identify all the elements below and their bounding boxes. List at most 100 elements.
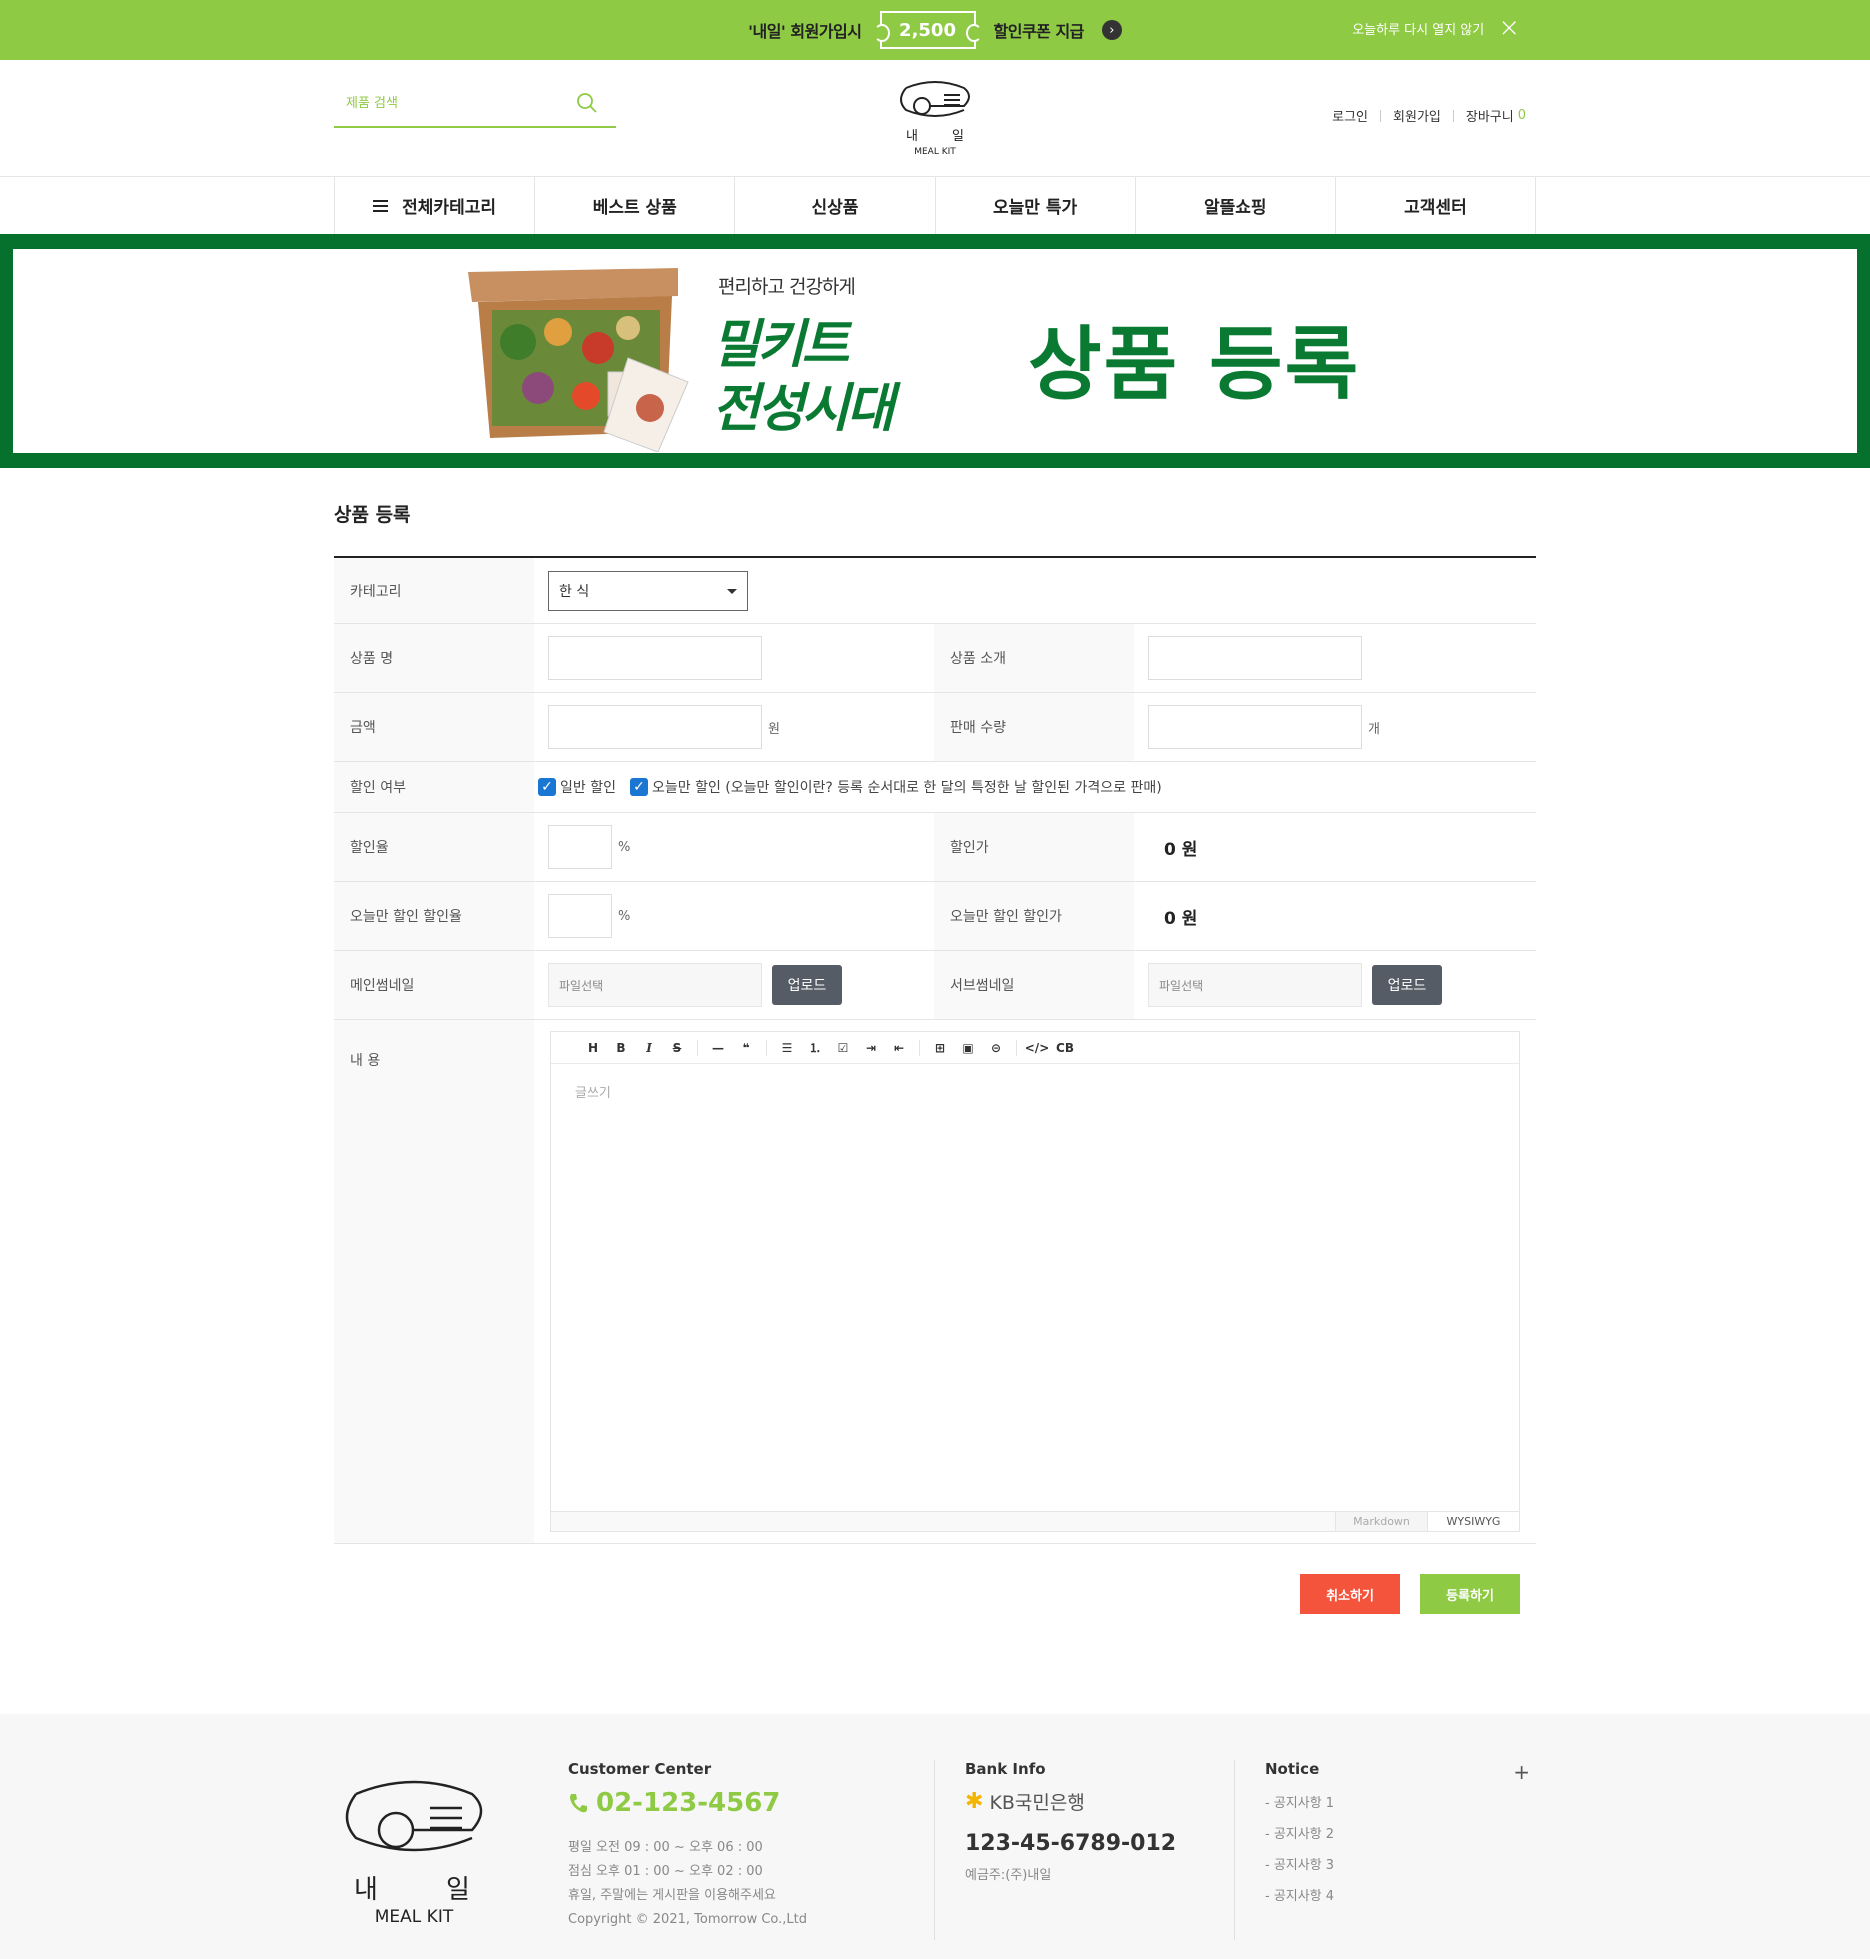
chevron-down-icon <box>727 588 737 594</box>
today-rate-input[interactable] <box>548 894 612 938</box>
notice-item[interactable]: - 공지사항 1 <box>1265 1788 1530 1819</box>
indent-icon[interactable]: ⇥ <box>857 1041 885 1055</box>
copyright: Copyright © 2021, Tomorrow Co.,Ltd <box>568 1912 807 1927</box>
wysiwyg-tab[interactable]: WYSIWYG <box>1427 1511 1519 1531</box>
link-icon[interactable]: ⊝ <box>982 1041 1010 1055</box>
markdown-tab[interactable]: Markdown <box>1335 1511 1427 1531</box>
hours-lunch: 점심 오후 01 : 00 ~ 오후 02 : 00 <box>568 1864 763 1879</box>
task-list-icon[interactable]: ☑ <box>829 1041 857 1055</box>
phone-icon <box>570 1794 587 1813</box>
search-input[interactable] <box>346 90 566 116</box>
main-thumb-label: 메인썸네일 <box>334 951 534 1019</box>
bullet-list-icon[interactable]: ☰ <box>773 1041 801 1055</box>
nav-new[interactable]: 신상품 <box>735 177 936 234</box>
general-discount-option[interactable]: ✓ 일반 할인 <box>538 777 616 797</box>
editor-mode-switch: Markdown WYSIWYG <box>1335 1511 1519 1531</box>
login-link[interactable]: 로그인 <box>1332 106 1368 125</box>
toolbar-divider <box>766 1039 767 1056</box>
nav-thrift[interactable]: 알뜰쇼핑 <box>1136 177 1336 234</box>
row-name: 상품 명 상품 소개 <box>334 624 1536 693</box>
product-name-input[interactable] <box>548 636 762 680</box>
banner-inner <box>13 249 1857 453</box>
row-category: 카테고리 한 식 <box>334 558 1536 624</box>
bank-title: Bank Info <box>965 1760 1046 1778</box>
today-rate-unit: % <box>618 908 631 924</box>
main-thumb-file[interactable]: 파일선택 <box>548 963 762 1007</box>
row-thumbnails: 메인썸네일 파일선택 업로드 서브썸네일 파일선택 업로드 <box>334 951 1536 1020</box>
italic-icon[interactable]: I <box>635 1041 663 1055</box>
account-holder: 예금주:(주)내일 <box>965 1868 1052 1883</box>
promo-dismiss[interactable]: 오늘하루 다시 열지 않기 × <box>1352 15 1520 41</box>
phone-number: 02-123-4567 <box>596 1788 781 1818</box>
sale-price-value: 0 원 <box>1164 839 1198 860</box>
promo-content[interactable]: '내일' 회원가입시 2,500 할인쿠폰 지급 › <box>0 0 1870 60</box>
promo-dismiss-label[interactable]: 오늘하루 다시 열지 않기 <box>1352 19 1484 38</box>
util-divider <box>1452 109 1454 122</box>
content-editor[interactable]: H B I S — ❝ ☰ ⒈ ☑ ⇥ ⇤ ⊞ ▣ ⊝ </> CB 글쓰기 M… <box>550 1031 1520 1532</box>
footer-divider <box>1234 1760 1235 1940</box>
plus-icon[interactable]: + <box>1513 1760 1530 1784</box>
notice-title: Notice <box>1265 1760 1320 1778</box>
stock-input[interactable] <box>1148 705 1362 749</box>
kb-star-icon: ✱ <box>965 1789 984 1814</box>
notice-item[interactable]: - 공지사항 4 <box>1265 1881 1530 1912</box>
search-icon[interactable] <box>576 92 598 118</box>
cs-phone: 02-123-4567 <box>568 1788 807 1818</box>
outdent-icon[interactable]: ⇤ <box>885 1041 913 1055</box>
stock-label: 판매 수량 <box>934 693 1134 761</box>
code-block-icon[interactable]: CB <box>1051 1041 1079 1055</box>
price-input[interactable] <box>548 705 762 749</box>
cancel-button[interactable]: 취소하기 <box>1300 1574 1400 1614</box>
code-icon[interactable]: </> <box>1023 1041 1051 1055</box>
page-banner <box>0 234 1870 468</box>
numbered-list-icon[interactable]: ⒈ <box>801 1039 829 1056</box>
rate-unit: % <box>618 839 631 855</box>
menu-icon <box>373 199 389 212</box>
join-link[interactable]: 회원가입 <box>1393 106 1441 125</box>
hr-icon[interactable]: — <box>704 1041 732 1055</box>
heading-icon[interactable]: H <box>579 1041 607 1055</box>
close-icon[interactable]: × <box>1498 15 1520 41</box>
bold-icon[interactable]: B <box>607 1041 635 1055</box>
nav-all-categories[interactable]: 전체카테고리 <box>335 177 536 234</box>
product-intro-input[interactable] <box>1148 636 1362 680</box>
main-thumb-upload-button[interactable]: 업로드 <box>772 965 842 1005</box>
table-icon[interactable]: ⊞ <box>926 1041 954 1055</box>
nav-best[interactable]: 베스트 상품 <box>535 177 736 234</box>
sub-thumb-file[interactable]: 파일선택 <box>1148 963 1362 1007</box>
rate-input[interactable] <box>548 825 612 869</box>
bank-name: KB국민은행 <box>989 1792 1085 1814</box>
hours-holiday: 휴일, 주말에는 게시판을 이용해주세요 <box>568 1888 776 1903</box>
today-price-label: 오늘만 할인 할인가 <box>934 882 1134 950</box>
banner-line2: 전성시대 <box>712 379 894 439</box>
sale-price-label: 할인가 <box>934 813 1134 881</box>
price-unit: 원 <box>768 721 780 737</box>
product-intro-label: 상품 소개 <box>934 624 1134 692</box>
promo-text-left: '내일' 회원가입시 <box>748 22 862 41</box>
hours-weekday: 평일 오전 09 : 00 ~ 오후 06 : 00 <box>568 1840 763 1855</box>
strike-icon[interactable]: S <box>663 1041 691 1055</box>
row-discount: 할인 여부 ✓ 일반 할인 ✓ 오늘만 할인 (오늘만 할인이란? 등록 순서대로 … <box>334 762 1536 813</box>
quote-icon[interactable]: ❝ <box>732 1041 760 1055</box>
cart-link[interactable]: 장바구니 <box>1466 106 1514 125</box>
submit-button[interactable]: 등록하기 <box>1420 1574 1520 1614</box>
notice-item[interactable]: - 공지사항 2 <box>1265 1819 1530 1850</box>
rate-label: 할인율 <box>334 813 534 881</box>
nav-customer-center[interactable]: 고객센터 <box>1336 177 1537 234</box>
meal-kit-logo-icon: 내 일 MEAL KIT <box>345 1780 483 1927</box>
cs-title: Customer Center <box>568 1760 712 1778</box>
arrow-right-icon[interactable]: › <box>1101 20 1122 40</box>
image-icon[interactable]: ▣ <box>954 1041 982 1055</box>
category-select-value: 한 식 <box>559 583 590 600</box>
page-title: 상품 등록 <box>334 504 411 526</box>
today-discount-option[interactable]: ✓ 오늘만 할인 (오늘만 할인이란? 등록 순서대로 한 달의 특정한 날 할인… <box>629 777 1162 797</box>
general-discount-text: 일반 할인 <box>560 780 616 796</box>
general-discount-checkbox[interactable]: ✓ <box>538 778 556 796</box>
nav-today-special[interactable]: 오늘만 특가 <box>936 177 1136 234</box>
category-select[interactable]: 한 식 <box>548 570 748 611</box>
notice-item[interactable]: - 공지사항 3 <box>1265 1850 1530 1881</box>
sub-thumb-upload-button[interactable]: 업로드 <box>1372 965 1442 1005</box>
toolbar-divider <box>697 1039 698 1056</box>
today-discount-checkbox[interactable]: ✓ <box>629 778 648 796</box>
site-logo[interactable]: 내 일 MEAL KIT <box>892 78 978 158</box>
